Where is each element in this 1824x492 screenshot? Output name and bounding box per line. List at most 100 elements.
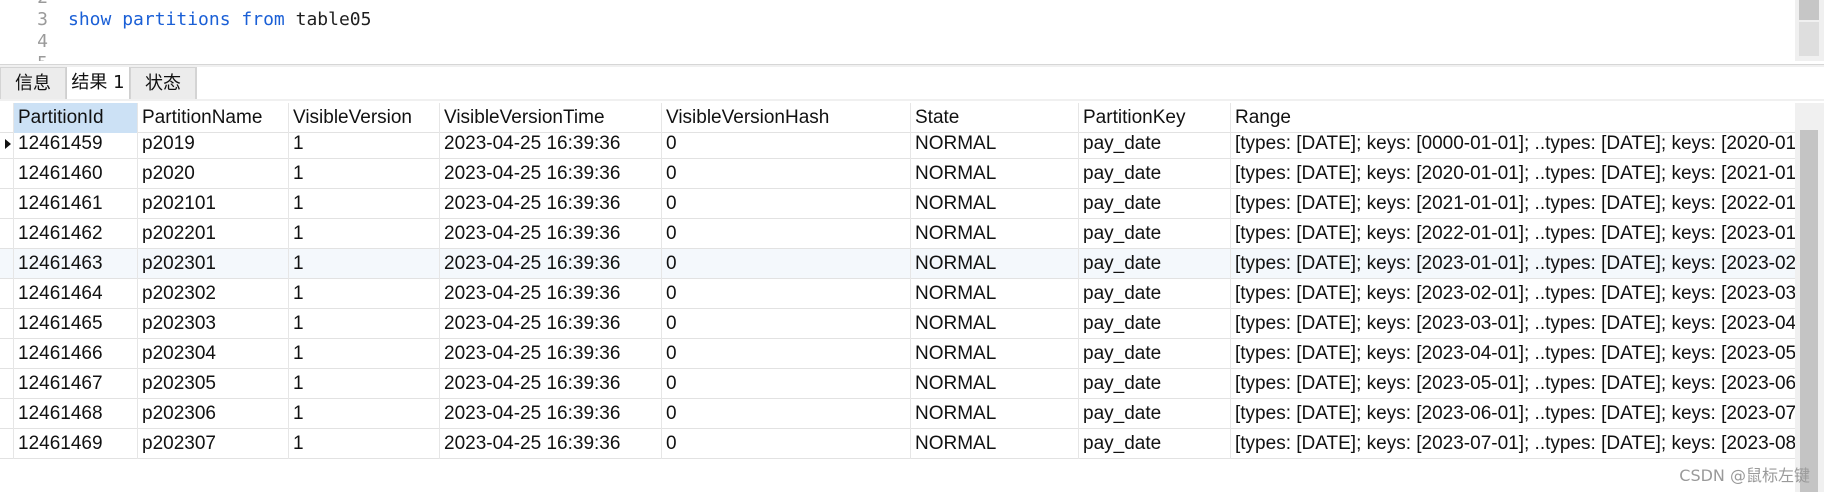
row-indicator[interactable] (0, 129, 14, 159)
cell-visible-version[interactable]: 1 (289, 279, 440, 309)
cell-partition-name[interactable]: p202303 (138, 309, 289, 339)
cell-partition-id[interactable]: 12461468 (14, 399, 138, 429)
cell-partition-id[interactable]: 12461459 (14, 129, 138, 159)
cell-partition-id[interactable]: 12461461 (14, 189, 138, 219)
table-row[interactable]: 12461468 p202306 1 2023-04-25 16:39:36 0 NORM… (0, 399, 1795, 429)
cell-partition-key[interactable]: pay_date (1079, 429, 1231, 459)
sql-query-line[interactable]: show partitions from table05 (68, 9, 371, 31)
cell-visible-version-time[interactable]: 2023-04-25 16:39:36 (440, 429, 662, 459)
cell-visible-version-hash[interactable]: 0 (662, 339, 911, 369)
row-indicator[interactable] (0, 159, 14, 189)
cell-visible-version[interactable]: 1 (289, 249, 440, 279)
cell-visible-version-hash[interactable]: 0 (662, 429, 911, 459)
cell-partition-name[interactable]: p2019 (138, 129, 289, 159)
cell-range[interactable]: [types: [DATE]; keys: [2022-01-01]; ..ty… (1231, 219, 1795, 249)
cell-visible-version-time[interactable]: 2023-04-25 16:39:36 (440, 249, 662, 279)
cell-visible-version-hash[interactable]: 0 (662, 279, 911, 309)
cell-range[interactable]: [types: [DATE]; keys: [2023-03-01]; ..ty… (1231, 309, 1795, 339)
cell-visible-version-hash[interactable]: 0 (662, 369, 911, 399)
cell-state[interactable]: NORMAL (911, 189, 1079, 219)
cell-partition-id[interactable]: 12461465 (14, 309, 138, 339)
row-indicator[interactable] (0, 339, 14, 369)
cell-range[interactable]: [types: [DATE]; keys: [2020-01-01]; ..ty… (1231, 159, 1795, 189)
cell-partition-key[interactable]: pay_date (1079, 279, 1231, 309)
cell-partition-id[interactable]: 12461463 (14, 249, 138, 279)
row-indicator[interactable] (0, 369, 14, 399)
row-indicator[interactable] (0, 189, 14, 219)
cell-partition-id[interactable]: 12461469 (14, 429, 138, 459)
cell-partition-name[interactable]: p202101 (138, 189, 289, 219)
cell-partition-id[interactable]: 12461467 (14, 369, 138, 399)
row-indicator[interactable] (0, 219, 14, 249)
cell-visible-version-hash[interactable]: 0 (662, 189, 911, 219)
tab-info[interactable]: 信息 (0, 67, 66, 99)
editor-scrollbar-thumb[interactable] (1799, 0, 1819, 20)
cell-range[interactable]: [types: [DATE]; keys: [2023-07-01]; ..ty… (1231, 429, 1795, 459)
cell-range[interactable]: [types: [DATE]; keys: [2023-06-01]; ..ty… (1231, 399, 1795, 429)
editor-scrollbar-track[interactable] (1799, 22, 1819, 56)
cell-partition-key[interactable]: pay_date (1079, 369, 1231, 399)
cell-state[interactable]: NORMAL (911, 309, 1079, 339)
cell-visible-version-time[interactable]: 2023-04-25 16:39:36 (440, 369, 662, 399)
row-indicator[interactable] (0, 429, 14, 459)
row-indicator[interactable] (0, 309, 14, 339)
cell-visible-version-time[interactable]: 2023-04-25 16:39:36 (440, 399, 662, 429)
cell-visible-version[interactable]: 1 (289, 339, 440, 369)
row-indicator[interactable] (0, 399, 14, 429)
cell-visible-version-time[interactable]: 2023-04-25 16:39:36 (440, 189, 662, 219)
cell-visible-version-hash[interactable]: 0 (662, 219, 911, 249)
cell-visible-version[interactable]: 1 (289, 159, 440, 189)
cell-visible-version[interactable]: 1 (289, 219, 440, 249)
table-row[interactable]: 12461463 p202301 1 2023-04-25 16:39:36 0 NORM… (0, 249, 1795, 279)
cell-range[interactable]: [types: [DATE]; keys: [2023-04-01]; ..ty… (1231, 339, 1795, 369)
grid-scrollbar-thumb[interactable] (1800, 130, 1818, 492)
cell-state[interactable]: NORMAL (911, 339, 1079, 369)
cell-visible-version-hash[interactable]: 0 (662, 249, 911, 279)
cell-partition-key[interactable]: pay_date (1079, 189, 1231, 219)
sql-editor[interactable]: 2 3 4 5 show partitions from table05 (0, 0, 1795, 61)
table-row[interactable]: 12461469 p202307 1 2023-04-25 16:39:36 0 NORM… (0, 429, 1795, 459)
cell-partition-name[interactable]: p202304 (138, 339, 289, 369)
cell-state[interactable]: NORMAL (911, 249, 1079, 279)
cell-visible-version[interactable]: 1 (289, 309, 440, 339)
cell-range[interactable]: [types: [DATE]; keys: [2023-02-01]; ..ty… (1231, 279, 1795, 309)
cell-partition-name[interactable]: p202201 (138, 219, 289, 249)
cell-visible-version-hash[interactable]: 0 (662, 309, 911, 339)
cell-partition-key[interactable]: pay_date (1079, 309, 1231, 339)
cell-visible-version[interactable]: 1 (289, 399, 440, 429)
cell-partition-name[interactable]: p202302 (138, 279, 289, 309)
cell-partition-id[interactable]: 12461462 (14, 219, 138, 249)
cell-state[interactable]: NORMAL (911, 159, 1079, 189)
cell-state[interactable]: NORMAL (911, 279, 1079, 309)
result-grid[interactable]: PartitionId PartitionName VisibleVersion Vi… (0, 103, 1795, 492)
cell-visible-version-hash[interactable]: 0 (662, 129, 911, 159)
cell-visible-version-hash[interactable]: 0 (662, 399, 911, 429)
cell-visible-version[interactable]: 1 (289, 189, 440, 219)
cell-partition-id[interactable]: 12461466 (14, 339, 138, 369)
cell-partition-name[interactable]: p202305 (138, 369, 289, 399)
cell-visible-version-hash[interactable]: 0 (662, 159, 911, 189)
cell-partition-name[interactable]: p202307 (138, 429, 289, 459)
table-row[interactable]: 12461464 p202302 1 2023-04-25 16:39:36 0 NORM… (0, 279, 1795, 309)
cell-partition-key[interactable]: pay_date (1079, 159, 1231, 189)
cell-visible-version[interactable]: 1 (289, 129, 440, 159)
row-indicator[interactable] (0, 249, 14, 279)
cell-visible-version[interactable]: 1 (289, 369, 440, 399)
cell-visible-version-time[interactable]: 2023-04-25 16:39:36 (440, 339, 662, 369)
cell-state[interactable]: NORMAL (911, 219, 1079, 249)
cell-partition-key[interactable]: pay_date (1079, 399, 1231, 429)
table-row[interactable]: 12461467 p202305 1 2023-04-25 16:39:36 0 NORM… (0, 369, 1795, 399)
cell-range[interactable]: [types: [DATE]; keys: [2023-01-01]; ..ty… (1231, 249, 1795, 279)
cell-partition-key[interactable]: pay_date (1079, 339, 1231, 369)
cell-partition-id[interactable]: 12461464 (14, 279, 138, 309)
cell-partition-name[interactable]: p202306 (138, 399, 289, 429)
cell-state[interactable]: NORMAL (911, 399, 1079, 429)
cell-state[interactable]: NORMAL (911, 129, 1079, 159)
cell-visible-version-time[interactable]: 2023-04-25 16:39:36 (440, 219, 662, 249)
cell-partition-key[interactable]: pay_date (1079, 129, 1231, 159)
cell-visible-version-time[interactable]: 2023-04-25 16:39:36 (440, 309, 662, 339)
table-row[interactable]: 12461461 p202101 1 2023-04-25 16:39:36 0 NORM… (0, 189, 1795, 219)
cell-visible-version-time[interactable]: 2023-04-25 16:39:36 (440, 279, 662, 309)
table-row[interactable]: 12461462 p202201 1 2023-04-25 16:39:36 0 NORM… (0, 219, 1795, 249)
table-row[interactable]: 12461460 p2020 1 2023-04-25 16:39:36 0 NORMAL… (0, 159, 1795, 189)
